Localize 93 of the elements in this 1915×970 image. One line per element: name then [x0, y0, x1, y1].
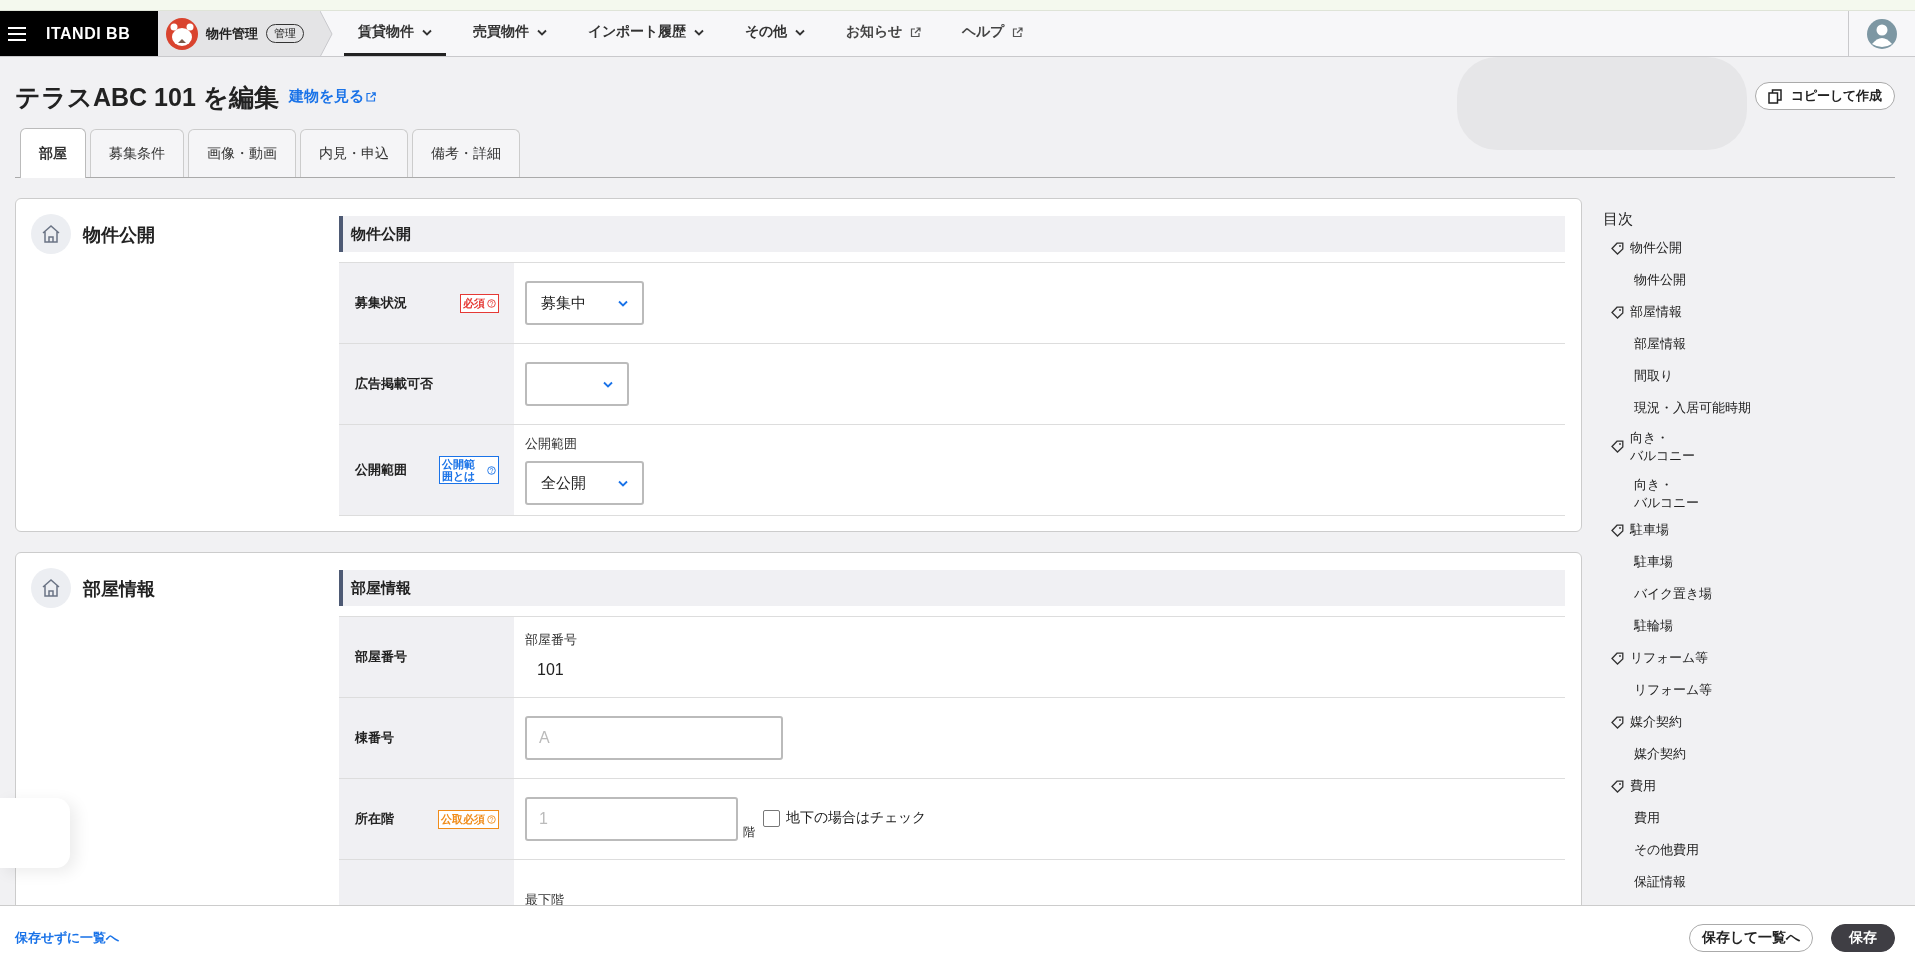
home-icon: [31, 214, 71, 254]
requirement-badge: 必須: [460, 293, 499, 313]
toc-item-link[interactable]: 駐車場: [1634, 553, 1882, 571]
toc-section-link[interactable]: 媒介契約: [1630, 713, 1682, 731]
chevron-icon: [422, 28, 432, 36]
nav-menu-item[interactable]: 売買物件: [459, 11, 561, 56]
toc-item-link[interactable]: 媒介契約: [1634, 745, 1882, 763]
select-field[interactable]: [525, 362, 629, 406]
menu-icon: [8, 25, 26, 42]
field-caption: 最下階: [525, 891, 565, 905]
chevron-icon: [618, 299, 628, 307]
help-icon: [487, 814, 496, 824]
field-label: 広告掲載可否: [355, 375, 433, 393]
checkbox-label: 地下の場合はチェック: [786, 809, 926, 827]
subsection-header: 物件公開: [339, 216, 1565, 252]
tab[interactable]: 部屋: [20, 128, 86, 178]
field-label: 部屋番号: [355, 648, 407, 666]
requirement-badge: 公取必須: [438, 809, 499, 829]
external-link-icon: [910, 26, 921, 38]
input-field[interactable]: A: [525, 716, 783, 760]
tag-icon: [1611, 440, 1624, 453]
toc-section-link[interactable]: バルコニー: [1630, 446, 1695, 465]
external-link-icon: [1012, 26, 1023, 38]
toc-item-link[interactable]: 保証情報: [1634, 873, 1882, 891]
toc-item-link[interactable]: その他費用: [1634, 841, 1882, 859]
tab[interactable]: 内見・申込: [300, 129, 408, 177]
toc-item-link[interactable]: バイク置き場: [1634, 585, 1882, 603]
chevron-icon: [618, 479, 628, 487]
toc-item-link[interactable]: リフォーム等: [1634, 681, 1882, 699]
field-label: 所在階: [355, 810, 394, 828]
subsection-header: 部屋情報: [339, 570, 1565, 606]
toc-item-link[interactable]: 間取り: [1634, 367, 1882, 385]
toc-item-link[interactable]: 向き・: [1634, 476, 1882, 494]
help-icon: [487, 298, 496, 308]
chevron-icon: [795, 28, 805, 36]
copy-create-button[interactable]: コピーして作成: [1755, 82, 1895, 110]
page-title: テラスABC 101 を編集: [15, 82, 279, 113]
field-label: 公開範囲: [355, 461, 407, 479]
external-link-icon: [365, 91, 376, 102]
home-icon: [31, 568, 71, 608]
save-button[interactable]: 保存: [1831, 924, 1895, 952]
toc-section-link[interactable]: 物件公開: [1630, 239, 1682, 257]
toc-section-link[interactable]: リフォーム等: [1630, 649, 1708, 667]
unit-label: 階: [743, 824, 755, 841]
toc-item-link[interactable]: 部屋情報: [1634, 335, 1882, 353]
save-and-list-button[interactable]: 保存して一覧へ: [1689, 924, 1813, 952]
chevron-icon: [603, 380, 613, 388]
tab[interactable]: 画像・動画: [188, 129, 296, 177]
chevron-icon: [537, 28, 547, 36]
nav-menu-item[interactable]: インポート履歴: [574, 11, 718, 56]
toc-item-link[interactable]: 物件公開: [1634, 271, 1882, 289]
chevron-icon: [694, 28, 704, 36]
select-field[interactable]: 募集中: [525, 281, 644, 325]
tag-icon: [1611, 523, 1624, 537]
field-caption: 公開範囲: [525, 435, 578, 453]
toc-section-link[interactable]: 部屋情報: [1630, 303, 1682, 321]
tag-icon: [1611, 779, 1624, 793]
toc-section-link[interactable]: 駐車場: [1630, 521, 1669, 539]
input-field[interactable]: 1: [525, 797, 738, 841]
field-label: 募集状況: [355, 294, 407, 312]
tab[interactable]: 備考・詳細: [412, 129, 520, 177]
tag-icon: [1611, 305, 1624, 319]
section-title: 物件公開: [83, 224, 155, 247]
help-icon: [487, 465, 496, 475]
app-name: 物件管理: [206, 24, 258, 43]
brand-name: ITANDI BB: [46, 24, 131, 43]
tab[interactable]: 募集条件: [90, 129, 184, 177]
field-value: 101: [536, 660, 565, 680]
nav-menu-item[interactable]: ヘルプ: [948, 11, 1037, 56]
field-label: 棟番号: [355, 729, 394, 747]
tag-icon: [1611, 651, 1624, 665]
building-link[interactable]: 建物を見る: [288, 87, 376, 106]
info-link-badge[interactable]: 公開範囲とは: [439, 455, 499, 485]
tag-icon: [1611, 715, 1624, 729]
nav-menu-item[interactable]: お知らせ: [832, 11, 935, 56]
user-avatar-icon: [1867, 18, 1897, 49]
section-title: 部屋情報: [83, 578, 155, 601]
toc-item-link[interactable]: 駐輪場: [1634, 617, 1882, 635]
checkbox[interactable]: [763, 809, 780, 827]
toc-item-link[interactable]: 費用: [1634, 809, 1882, 827]
toc-section-link[interactable]: 費用: [1630, 777, 1656, 795]
field-caption: 部屋番号: [525, 631, 578, 649]
copy-icon: [1768, 88, 1782, 104]
toc-title: 目次: [1603, 210, 1634, 229]
toc-item-link[interactable]: バルコニー: [1634, 494, 1882, 512]
toc-section-link[interactable]: 向き・: [1630, 428, 1695, 447]
nav-menu-item[interactable]: 賃貸物件: [344, 11, 446, 56]
select-field[interactable]: 全公開: [525, 461, 644, 505]
toc-item-link[interactable]: 現況・入居可能時期: [1634, 399, 1882, 417]
back-to-list-link[interactable]: 保存せずに一覧へ: [15, 929, 119, 947]
logo-icon: [166, 17, 198, 50]
tag-icon: [1611, 241, 1624, 255]
nav-menu-item[interactable]: その他: [731, 11, 819, 56]
